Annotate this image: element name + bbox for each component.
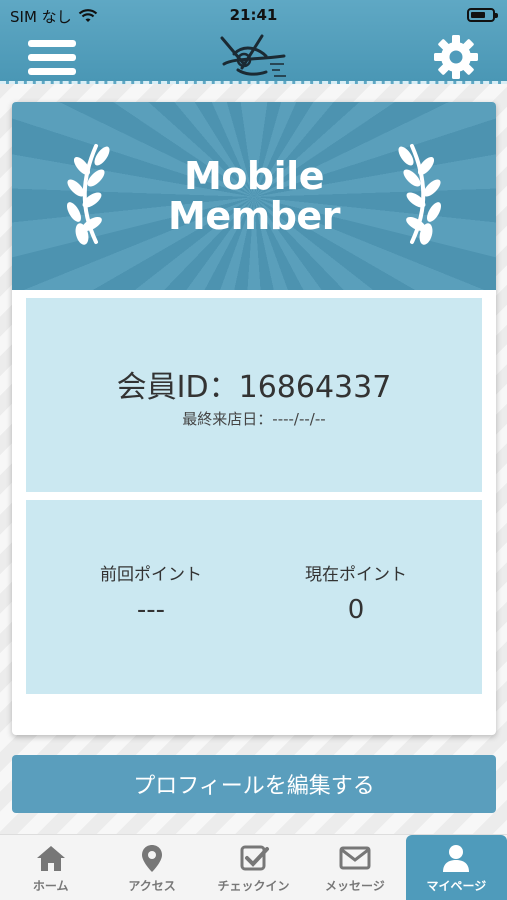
laurel-left-icon xyxy=(67,144,110,245)
previous-points-label: 前回ポイント xyxy=(100,565,202,585)
app-header: SIM なし 21:41 xyxy=(0,0,507,84)
shop-logo xyxy=(220,34,286,77)
current-points-label: 現在ポイント xyxy=(305,565,407,585)
tab-home[interactable]: ホーム xyxy=(0,835,101,900)
previous-points-value: --- xyxy=(136,595,166,625)
tab-access-label: アクセス xyxy=(128,879,176,893)
checkbox-icon xyxy=(240,845,269,871)
banner-title: Mobile Member xyxy=(168,156,340,236)
tab-access[interactable]: アクセス xyxy=(101,835,202,900)
tab-mypage[interactable]: マイページ xyxy=(405,835,507,900)
banner-title-line2: Member xyxy=(168,194,340,238)
edit-profile-button[interactable]: プロフィールを編集する xyxy=(12,755,496,813)
bottom-tab-bar: ホーム アクセス チェックイン メッセージ マイページ xyxy=(0,834,507,900)
status-bar: SIM なし 21:41 xyxy=(0,0,507,32)
member-card: Mobile Member 会員ID：16864337 最終来店日：----/-… xyxy=(12,102,496,735)
tab-checkin-label: チェックイン xyxy=(217,879,290,893)
member-banner: Mobile Member xyxy=(12,102,496,290)
tab-home-label: ホーム xyxy=(32,879,69,893)
envelope-icon xyxy=(339,846,371,870)
current-points-value: 0 xyxy=(347,595,365,625)
tab-message-label: メッセージ xyxy=(325,879,385,893)
banner-title-line1: Mobile xyxy=(184,154,324,198)
battery-icon xyxy=(467,8,498,22)
gear-icon[interactable] xyxy=(431,32,481,82)
hamburger-menu-icon[interactable] xyxy=(28,38,76,78)
points-panel: 前回ポイント --- 現在ポイント 0 xyxy=(26,500,482,694)
tab-checkin[interactable]: チェックイン xyxy=(203,835,304,900)
member-id: 会員ID：16864337 xyxy=(116,369,392,405)
previous-points: 前回ポイント --- xyxy=(51,560,251,625)
user-icon xyxy=(443,845,470,872)
tab-mypage-label: マイページ xyxy=(426,879,487,893)
laurel-right-icon xyxy=(398,144,441,245)
last-visit-date: 最終来店日：----/--/-- xyxy=(182,409,326,428)
member-id-panel: 会員ID：16864337 最終来店日：----/--/-- xyxy=(26,298,482,492)
tab-message[interactable]: メッセージ xyxy=(304,835,405,900)
home-icon xyxy=(36,846,65,871)
map-pin-icon xyxy=(142,845,163,872)
status-time: 21:41 xyxy=(229,6,278,24)
current-points: 現在ポイント 0 xyxy=(256,560,456,625)
